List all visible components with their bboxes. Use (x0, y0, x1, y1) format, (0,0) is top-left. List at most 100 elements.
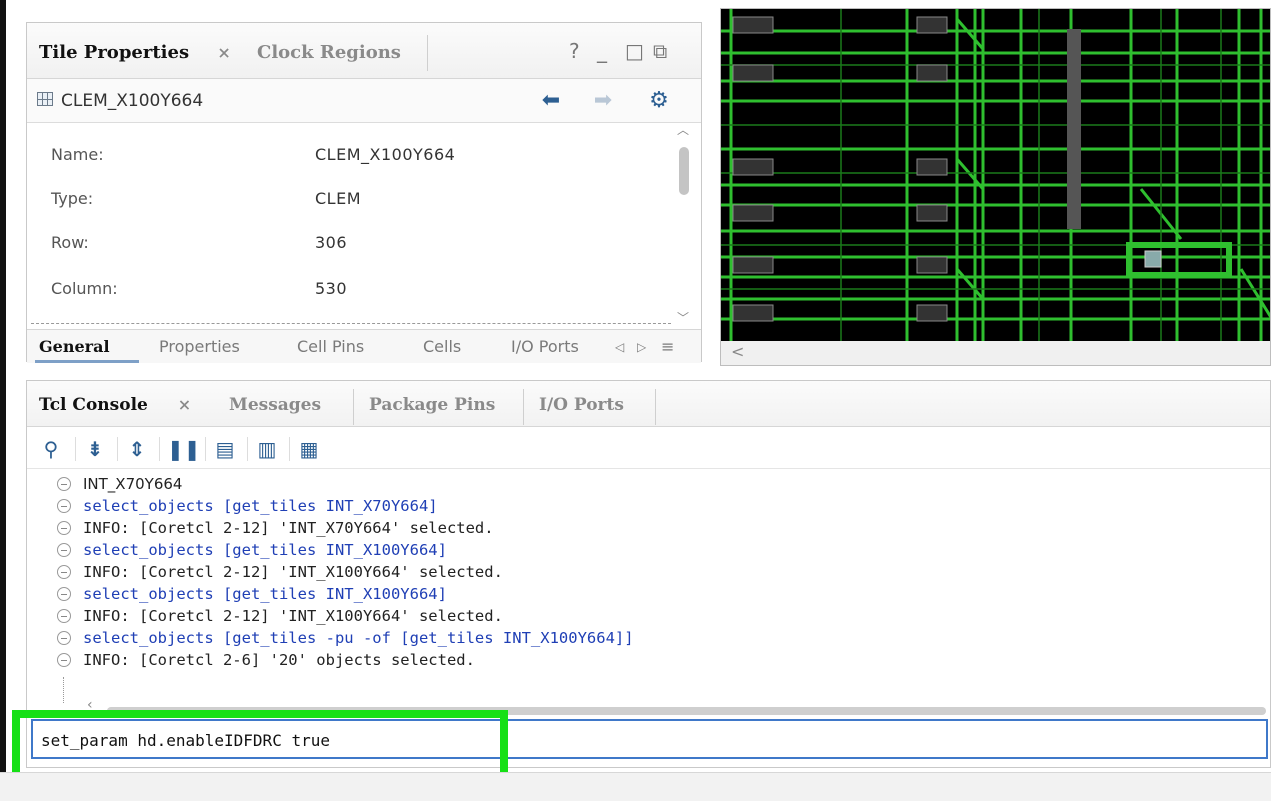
device-hscroll[interactable]: < (721, 341, 1270, 365)
gutter-dots (63, 677, 64, 703)
split-icon[interactable]: ▥ (253, 435, 281, 463)
console-command-line: select_objects [get_tiles INT_X100Y664] (83, 585, 447, 603)
console-line: INFO: [Coretcl 2-12] 'INT_X100Y664' sele… (83, 607, 503, 625)
float-icon[interactable]: ⧉ (653, 35, 667, 67)
tab-package-pins[interactable]: Package Pins (369, 385, 495, 425)
fold-icon[interactable] (57, 521, 71, 535)
property-key: Row: (51, 233, 89, 252)
fold-icon[interactable] (57, 653, 71, 667)
tab-clock-regions[interactable]: Clock Regions (257, 33, 401, 73)
tab-messages-label: Messages (229, 395, 322, 415)
back-arrow-icon[interactable]: ⬅ (537, 87, 565, 115)
toolbar-divider (159, 437, 160, 461)
console-line: INFO: [Coretcl 2-12] 'INT_X70Y664' selec… (83, 519, 494, 537)
tile-properties-panel: Tile Properties × Clock Regions ? _ □ ⧉ … (26, 22, 702, 363)
minimize-icon[interactable]: _ (597, 35, 607, 67)
tcl-input-row (31, 719, 1268, 759)
console-line: INFO: [Coretcl 2-6] '20' objects selecte… (83, 651, 475, 669)
tab-tile-properties-label: Tile Properties (39, 42, 190, 63)
property-key: Type: (51, 189, 94, 208)
fold-icon[interactable] (57, 477, 71, 491)
search-icon[interactable]: ⚲ (37, 435, 65, 463)
scroll-left-icon[interactable]: < (731, 342, 744, 361)
properties-scrollbar[interactable]: ︿ ﹀ (675, 123, 691, 329)
property-key: Column: (51, 279, 118, 298)
tab-tcl-console[interactable]: Tcl Console × (39, 385, 191, 425)
close-icon[interactable]: × (217, 43, 230, 62)
fold-icon[interactable] (57, 499, 71, 513)
fold-icon[interactable] (57, 565, 71, 579)
console-toolbar: ⚲ ⇟ ⇕ ❚❚ ▤ ▥ ▦ (27, 427, 1270, 469)
tab-messages[interactable]: Messages (229, 385, 321, 425)
tab-package-pins-label: Package Pins (369, 395, 496, 415)
delete-icon[interactable]: ▦ (295, 435, 323, 463)
toolbar-divider (247, 437, 248, 461)
pause-icon[interactable]: ❚❚ (167, 435, 201, 463)
scroll-left-icon[interactable]: ‹ (87, 697, 93, 713)
property-value: 530 (315, 279, 348, 298)
fold-icon[interactable] (57, 609, 71, 623)
tab-divider (523, 389, 524, 425)
console-tabbar: Tcl Console × Messages Package Pins I/O … (27, 381, 1270, 427)
tab-io-ports-console[interactable]: I/O Ports (539, 385, 624, 425)
device-view[interactable]: < (720, 8, 1271, 366)
tab-divider (655, 389, 656, 425)
scroll-thumb[interactable] (107, 707, 1266, 715)
console-command-line: select_objects [get_tiles INT_X100Y664] (83, 541, 447, 559)
collapse-all-icon[interactable]: ⇟ (81, 435, 109, 463)
window-edge (0, 0, 6, 801)
tab-scroll-right-icon[interactable]: ▷ (637, 330, 646, 364)
forward-arrow-icon[interactable]: ➡ (589, 87, 617, 115)
property-value: 306 (315, 233, 348, 252)
fold-icon[interactable] (57, 587, 71, 601)
tab-cell-pins[interactable]: Cell Pins (297, 330, 364, 364)
status-bar (0, 772, 1271, 801)
help-icon[interactable]: ? (569, 35, 580, 67)
gear-icon[interactable]: ⚙ (645, 87, 673, 115)
divider (31, 323, 671, 324)
maximize-icon[interactable]: □ (625, 35, 644, 67)
property-value: CLEM_X100Y664 (315, 145, 456, 164)
tile-name: CLEM_X100Y664 (61, 91, 204, 111)
console-line: INFO: [Coretcl 2-12] 'INT_X100Y664' sele… (83, 563, 503, 581)
active-tab-indicator (35, 360, 139, 363)
tab-divider (427, 35, 428, 71)
console-hscroll[interactable]: ‹ (83, 697, 1266, 717)
tab-scroll-left-icon[interactable]: ◁ (615, 330, 624, 364)
tile-header: CLEM_X100Y664 ⬅ ➡ ⚙ (27, 79, 701, 123)
tab-tcl-console-label: Tcl Console (39, 395, 148, 415)
tcl-command-input[interactable] (37, 727, 637, 753)
expand-all-icon[interactable]: ⇕ (123, 435, 151, 463)
tab-general[interactable]: General (39, 330, 110, 364)
property-value: CLEM (315, 189, 361, 208)
device-routing-canvas (721, 9, 1270, 343)
console-line: INT_X70Y664 (83, 475, 183, 493)
tab-clock-regions-label: Clock Regions (257, 42, 401, 63)
tab-cells[interactable]: Cells (423, 330, 461, 364)
console-command-line: select_objects [get_tiles -pu -of [get_t… (83, 629, 634, 647)
console-command-line: select_objects [get_tiles INT_X70Y664] (83, 497, 438, 515)
toolbar-divider (117, 437, 118, 461)
tab-io-ports-label: I/O Ports (539, 395, 624, 415)
tab-properties[interactable]: Properties (159, 330, 240, 364)
close-icon[interactable]: × (178, 395, 191, 414)
tab-tile-properties[interactable]: Tile Properties × (39, 33, 231, 73)
fold-icon[interactable] (57, 631, 71, 645)
scroll-thumb[interactable] (679, 147, 689, 195)
toolbar-divider (205, 437, 206, 461)
tile-panel-tabbar: Tile Properties × Clock Regions ? _ □ ⧉ (27, 23, 701, 79)
scroll-down-icon[interactable]: ﹀ (677, 309, 689, 326)
console-output[interactable]: INT_X70Y664 select_objects [get_tiles IN… (27, 473, 1270, 693)
toolbar-divider (289, 437, 290, 461)
tab-divider (353, 389, 354, 425)
clear-icon[interactable]: ▤ (211, 435, 239, 463)
properties-list: Name: CLEM_X100Y664 Type: CLEM Row: 306 … (27, 123, 701, 329)
tile-bottom-tabs: General Properties Cell Pins Cells I/O P… (27, 329, 701, 363)
tcl-console-panel: Tcl Console × Messages Package Pins I/O … (26, 380, 1271, 768)
fold-icon[interactable] (57, 543, 71, 557)
tab-list-icon[interactable]: ≡ (661, 330, 674, 364)
scroll-up-icon[interactable]: ︿ (677, 121, 689, 138)
property-key: Name: (51, 145, 104, 164)
toolbar-divider (75, 437, 76, 461)
tab-io-ports[interactable]: I/O Ports (511, 330, 579, 364)
